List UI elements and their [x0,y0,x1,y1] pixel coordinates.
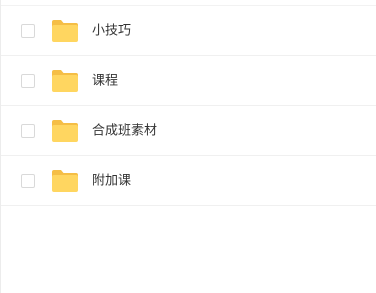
file-name[interactable]: 小技巧 [92,24,131,37]
list-item[interactable]: 课程 [1,56,376,106]
row-checkbox[interactable] [21,73,35,88]
folder-icon [51,119,79,143]
row-checkbox[interactable] [21,123,35,138]
file-name[interactable]: 附加课 [92,174,131,187]
file-name[interactable]: 合成班素材 [92,124,157,137]
row-checkbox[interactable] [21,23,35,38]
list-item[interactable]: 合成班素材 [1,106,376,156]
list-item[interactable]: 附加课 [1,156,376,206]
folder-icon [51,69,79,93]
list-item[interactable]: 小技巧 [1,6,376,56]
file-list: 小技巧 课程 合成班素材 附加课 [1,6,376,206]
file-name[interactable]: 课程 [92,74,118,87]
folder-icon [51,169,79,193]
file-list-panel: 小技巧 课程 合成班素材 附加课 [0,0,376,293]
folder-icon [51,19,79,43]
row-checkbox[interactable] [21,173,35,188]
